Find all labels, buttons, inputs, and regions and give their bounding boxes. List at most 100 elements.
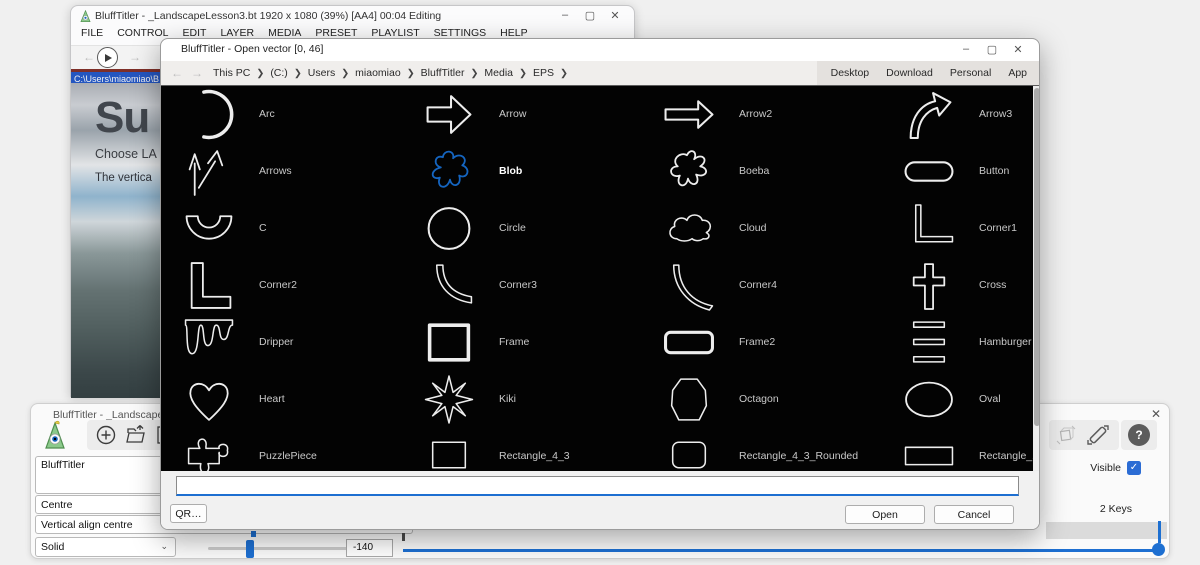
vector-item-rectangle_16[interactable]: Rectangle_16 (881, 428, 1039, 471)
keyframe-marker[interactable] (1158, 521, 1161, 543)
circle-shape-icon (427, 207, 471, 250)
vector-item-arrow2[interactable]: Arrow2 (641, 86, 881, 143)
breadcrumb-item[interactable]: (C:) (270, 67, 288, 79)
main-titlebar[interactable]: BluffTitler - _LandscapeLesson3.bt 1920 … (71, 6, 634, 26)
vector-item-label: Blob (499, 165, 523, 177)
vector-item-circle[interactable]: Circle (401, 200, 641, 257)
resize-ruler-icon[interactable] (1087, 424, 1109, 446)
vector-item-c[interactable]: C (161, 200, 401, 257)
minimize-icon[interactable]: – (554, 9, 576, 21)
breadcrumb-item[interactable]: BluffTitler (421, 67, 465, 79)
arrow3-shape-icon (909, 92, 952, 139)
vector-item-cloud[interactable]: Cloud (641, 200, 881, 257)
vector-item-arc[interactable]: Arc (161, 86, 401, 143)
vector-item-label: PuzzlePiece (259, 450, 317, 462)
vector-item-hamburger[interactable]: Hamburger (881, 314, 1039, 371)
c-shape-icon (185, 215, 233, 240)
vector-item-boeba[interactable]: Boeba (641, 143, 881, 200)
breadcrumb-separator-icon: ❯ (406, 68, 415, 79)
slider-value-input[interactable]: -140 (346, 539, 393, 557)
slider-tick-dark (402, 533, 405, 541)
open-media-icon[interactable] (125, 424, 147, 446)
vector-item-label: Boeba (739, 165, 770, 177)
vector-item-corner2[interactable]: Corner2 (161, 257, 401, 314)
preview-headline-text: Su (95, 93, 150, 142)
visible-row: Visible ✓ (1090, 461, 1141, 475)
breadcrumb[interactable]: This PC ❯ (C:) ❯ Users ❯ miaomiao ❯ BluffTitler ❯… (213, 67, 574, 79)
cancel-button[interactable]: Cancel (934, 505, 1014, 524)
keyframe-track[interactable] (1046, 522, 1167, 539)
breadcrumb-item[interactable]: miaomiao (355, 67, 401, 79)
vector-item-octagon[interactable]: Octagon (641, 371, 881, 428)
timeline-slider-track[interactable] (403, 549, 1161, 552)
dialog-footer: QR… Open Cancel (161, 471, 1039, 529)
vector-item-corner4[interactable]: Corner4 (641, 257, 881, 314)
vector-item-puzzlepiece[interactable]: PuzzlePiece (161, 428, 401, 471)
vector-item-arrow3[interactable]: Arrow3 (881, 86, 1039, 143)
scrollbar-thumb[interactable] (1034, 88, 1039, 426)
value-slider-track[interactable] (208, 547, 364, 550)
boeba-shape-icon (670, 150, 707, 187)
nav-forward-icon[interactable]: → (191, 66, 203, 80)
cloud-shape-icon (669, 214, 712, 242)
dialog-minimize-icon[interactable]: – (955, 43, 977, 55)
vector-item-heart[interactable]: Heart (161, 371, 401, 428)
vector-item-label: Heart (259, 393, 285, 405)
vector-item-label: Button (979, 165, 1010, 177)
close-icon[interactable]: ✕ (604, 9, 626, 22)
menu-item-file[interactable]: FILE (81, 27, 103, 39)
arrow-shape-icon (426, 95, 472, 134)
vector-item-oval[interactable]: Oval (881, 371, 1039, 428)
open-button[interactable]: Open (845, 505, 925, 524)
vector-item-arrows[interactable]: Arrows (161, 143, 401, 200)
vector-item-label: Corner4 (739, 279, 777, 291)
vector-item-arrow[interactable]: Arrow (401, 86, 641, 143)
visible-label: Visible (1090, 462, 1121, 474)
breadcrumb-item[interactable]: EPS (533, 67, 554, 79)
play-button[interactable] (97, 47, 118, 68)
help-icon[interactable]: ? (1128, 424, 1150, 446)
timeline-slider-handle[interactable] (1152, 543, 1165, 556)
vector-item-blob[interactable]: Blob (401, 143, 641, 200)
arrows-shape-icon (188, 150, 224, 196)
rect169-shape-icon (904, 446, 954, 466)
nav-back-icon[interactable]: ← (171, 66, 183, 80)
quick-link-desktop[interactable]: Desktop (831, 67, 870, 79)
filename-input[interactable] (176, 476, 1019, 496)
transform-cube-icon[interactable] (1055, 424, 1077, 446)
vector-item-frame2[interactable]: Frame2 (641, 314, 881, 371)
breadcrumb-item[interactable]: This PC (213, 67, 250, 79)
button-shape-icon (904, 161, 954, 182)
breadcrumb-item[interactable]: Media (484, 67, 513, 79)
style-dropdown[interactable]: Solid ⌄ (35, 537, 176, 557)
quick-link-personal[interactable]: Personal (950, 67, 991, 79)
maximize-icon[interactable]: ▢ (579, 9, 601, 22)
step-forward-icon[interactable]: → (129, 50, 141, 64)
qr-button[interactable]: QR… (170, 504, 207, 523)
visible-checkbox[interactable]: ✓ (1127, 461, 1141, 475)
vector-item-corner1[interactable]: Corner1 (881, 200, 1039, 257)
add-layer-icon[interactable] (95, 424, 117, 446)
dialog-maximize-icon[interactable]: ▢ (981, 43, 1003, 56)
vector-item-button[interactable]: Button (881, 143, 1039, 200)
vector-item-corner3[interactable]: Corner3 (401, 257, 641, 314)
vector-item-rectangle_4_3[interactable]: Rectangle_4_3 (401, 428, 641, 471)
vector-item-rectangle_4_3_rounded[interactable]: Rectangle_4_3_Rounded (641, 428, 881, 471)
vector-item-kiki[interactable]: Kiki (401, 371, 641, 428)
vector-item-cross[interactable]: Cross (881, 257, 1039, 314)
breadcrumb-separator-icon: ❯ (293, 68, 302, 79)
quick-link-download[interactable]: Download (886, 67, 933, 79)
panel-close-icon[interactable]: ✕ (1151, 407, 1161, 421)
menu-item-control[interactable]: CONTROL (117, 27, 168, 39)
value-slider-handle[interactable] (246, 540, 254, 558)
corner1-shape-icon (914, 204, 954, 243)
breadcrumb-item[interactable]: Users (308, 67, 335, 79)
scrollbar[interactable] (1033, 86, 1039, 471)
dialog-close-icon[interactable]: ✕ (1007, 43, 1029, 56)
vector-item-dripper[interactable]: Dripper (161, 314, 401, 371)
dialog-navbar: ← → This PC ❯ (C:) ❯ Users ❯ miaomiao ❯ BluffTit… (161, 61, 1039, 86)
quick-link-app[interactable]: App (1008, 67, 1027, 79)
vector-item-frame[interactable]: Frame (401, 314, 641, 371)
vector-grid: Arc Arrow Arrow2 Arrow3 Arrows Blob Boeba Butto… (161, 86, 1039, 471)
step-back-icon[interactable]: ← (83, 50, 95, 64)
